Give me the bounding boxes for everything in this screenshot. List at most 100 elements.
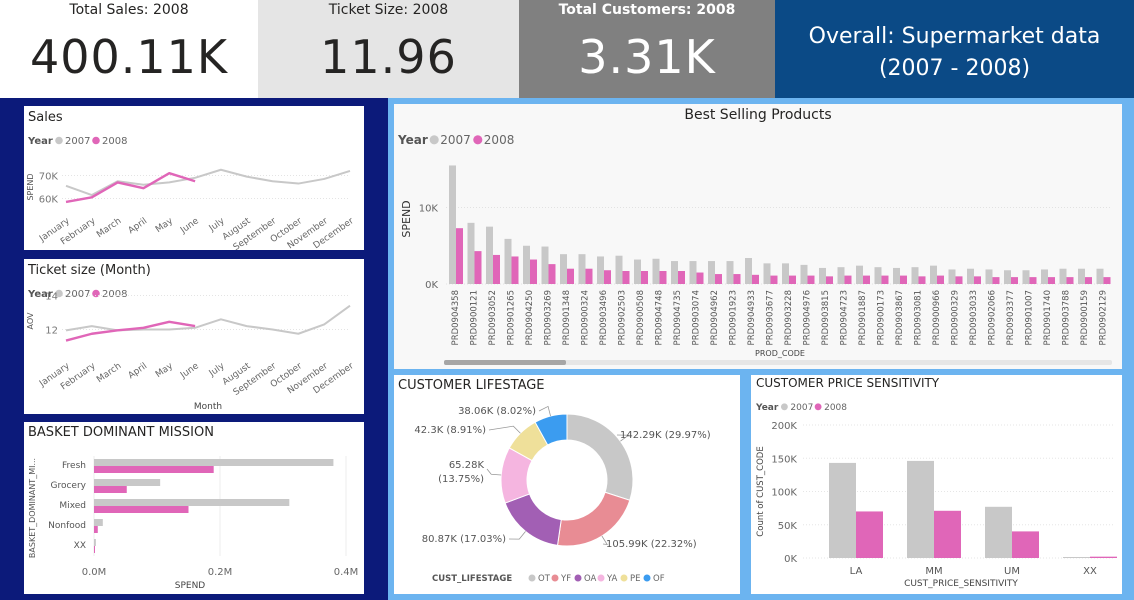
y-tick-label: 0K [784, 554, 797, 565]
legend-2007-marker [55, 136, 63, 145]
chart-title: CUSTOMER PRICE SENSITIVITY [756, 376, 940, 390]
kpi-label: Total Customers: 2008 [558, 2, 736, 18]
legend-marker-YF [551, 574, 559, 582]
bar-2007-PRD0901923 [726, 261, 734, 284]
y-axis-label: Count of CUST_CODE [756, 446, 766, 536]
bar-2007-PRD0901348 [560, 254, 567, 284]
bar-2008-PRD0902066 [992, 277, 1000, 284]
sales-chart: SalesYear 2007 200860K70KSPENDJanuaryFebru… [26, 110, 356, 253]
legend-2008-label: 2008 [484, 133, 515, 147]
ticket-chart-panel[interactable]: Ticket size (Month) Year 2007 2008 12 14 AOV Ja… [24, 259, 364, 414]
x-tick-label: April [127, 361, 150, 381]
sensitivity-chart-panel[interactable]: CUSTOMER PRICE SENSITIVITY Year 2007 2008 0K… [751, 375, 1122, 594]
x-tick-label: PRD0904250 [525, 290, 535, 345]
lifestage-chart-panel[interactable]: CUSTOMER LIFESTAGE 142.29K (29.97%) 105.99… [394, 375, 740, 594]
bar-2008-Nonfood [94, 526, 98, 533]
sales-chart-panel[interactable]: Sales Year 2007 2008 60K 70K SPEND January Febru… [24, 106, 364, 253]
bar-2007-Mixed [94, 499, 290, 506]
x-tick-label: PRD0902066 [988, 290, 998, 345]
x-tick-label: PRD0901007 [1025, 290, 1035, 345]
chart-title: Ticket size (Month) [27, 263, 151, 278]
x-tick-label: PRD0901740 [1043, 290, 1053, 345]
slice-label: 42.3K (8.91%) [414, 425, 486, 436]
x-tick-label: UM [1004, 566, 1020, 577]
x-tick-label: PRD0901348 [562, 290, 572, 345]
bar-2008-XX [94, 546, 95, 553]
x-tick-label: May [154, 361, 176, 380]
legend-2008-label: 2008 [102, 289, 127, 300]
x-tick-label: May [154, 216, 176, 235]
bar-2007-PRD0903677 [763, 263, 771, 284]
slice-OT [566, 413, 634, 501]
y-tick-label: 12 [45, 326, 58, 337]
x-tick-label: 0.2M [208, 567, 233, 578]
bar-2008-MM [934, 510, 961, 558]
legend-title: CUST_LIFESTAGE [432, 574, 512, 584]
legend-label-OT: OT [538, 574, 551, 584]
legend-marker-YA [597, 574, 605, 582]
x-tick-label: April [127, 216, 150, 236]
bar-2007-PRD0904962 [708, 261, 715, 284]
bar-2007-PRD0903052 [486, 226, 493, 284]
kpi-ticket-size: Ticket Size: 2008 11.96 [258, 0, 519, 98]
legend-2007-label: 2007 [65, 289, 90, 300]
bar-2007-PRD0900324 [578, 254, 586, 284]
x-tick-label: PRD0903788 [1062, 290, 1072, 345]
products-chart-panel[interactable]: Best Selling Products Year 2007 2008 0K 10K SP… [394, 104, 1122, 369]
bar-2007-PRD0900173 [874, 267, 882, 284]
basket-chart-panel[interactable]: BASKET DOMINANT MISSION 0.0M 0.2M 0.4M Fresh… [24, 422, 364, 594]
x-tick-label: PRD0903033 [969, 290, 979, 345]
legend-label-OA: OA [584, 574, 597, 584]
bar-2008-PRD0900173 [881, 275, 889, 284]
bar-2007-PRD0904250 [523, 245, 530, 284]
bar-2008-PRD0904723 [844, 275, 852, 284]
chart-title: Sales [28, 110, 63, 125]
bar-2007-PRD0901265 [504, 238, 512, 284]
bar-2007-PRD0902066 [985, 269, 993, 284]
legend-title: Year [27, 136, 53, 147]
x-tick-label: PRD0903867 [895, 290, 905, 345]
x-tick-label: XX [1083, 566, 1097, 577]
slice-label: (13.75%) [438, 474, 484, 485]
bar-2008-PRD0904250 [530, 259, 537, 284]
bar-2007-PRD0903033 [967, 268, 974, 284]
legend-2008-marker [92, 289, 100, 298]
y-axis-label: SPEND [400, 200, 413, 237]
x-tick-label: PRD0902503 [618, 290, 628, 345]
bar-2007-PRD0903081 [911, 267, 919, 284]
bar-2007-UM [985, 506, 1012, 558]
legend-2008-marker [473, 135, 483, 145]
legend-2007-marker [429, 135, 439, 145]
bar-2007-PRD0900966 [930, 265, 937, 284]
bar-2008-PRD0904735 [678, 271, 685, 284]
price-sensitivity-chart: CUSTOMER PRICE SENSITIVITY Year 2007 2008 0K… [755, 376, 1117, 589]
legend-2007-label: 2007 [65, 136, 90, 147]
chart-title: BASKET DOMINANT MISSION [28, 425, 214, 440]
x-tick-label: PRD0904748 [655, 290, 665, 345]
bar-2008-XX [1090, 556, 1117, 558]
kpi-label: Ticket Size: 2008 [328, 2, 449, 18]
bar-2008-PRD0904748 [659, 271, 667, 284]
chart-title: CUSTOMER LIFESTAGE [398, 378, 545, 393]
x-tick-label: PRD0903081 [914, 290, 924, 345]
bar-2007-MM [907, 460, 934, 558]
bar-2008-PRD0904358 [456, 228, 463, 284]
x-tick-label: PRD0900173 [877, 290, 887, 345]
ticket-size-chart: Ticket size (Month)Year 2007 20081214AOVJa… [26, 263, 356, 412]
bar-2008-PRD0903867 [900, 275, 907, 284]
x-tick-label: PRD0903269 [544, 290, 554, 345]
x-tick-label: PRD0900329 [951, 290, 961, 345]
x-tick-label: PRD0901887 [858, 290, 868, 345]
slice-label: 65.28K [449, 460, 485, 471]
bar-2007-PRD0901887 [856, 265, 863, 284]
bar-2008-PRD0903788 [1066, 277, 1074, 284]
x-tick-label: June [178, 216, 201, 236]
leader-line [488, 425, 521, 434]
kpi-value: 11.96 [320, 30, 457, 84]
bar-2007-PRD0903815 [819, 267, 826, 284]
x-axis-label: PROD_CODE [755, 349, 805, 358]
bar-2007-PRD0903269 [541, 246, 549, 284]
legend-2008-label: 2008 [102, 136, 127, 147]
x-tick-label: March [95, 361, 123, 385]
bar-2007-Grocery [94, 479, 161, 486]
